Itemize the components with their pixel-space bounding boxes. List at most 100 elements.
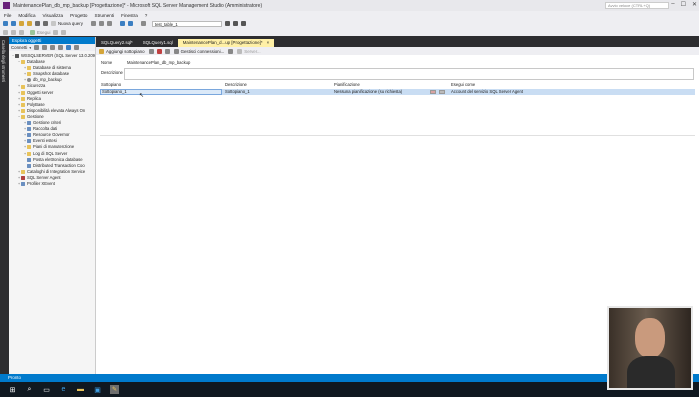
close-icon[interactable]: ✕ (692, 1, 697, 8)
copy-icon[interactable] (98, 21, 104, 26)
maximize-icon[interactable]: ☐ (681, 1, 686, 8)
delete-icon[interactable] (156, 48, 162, 54)
subplan-schedule-cell[interactable]: Nessuna pianificazione (su richiesta) (334, 89, 402, 95)
save-icon[interactable] (35, 21, 40, 26)
designer-toolbar: Aggiungi sottopiano Gestisci connessioni… (96, 47, 699, 55)
folder-icon (21, 102, 25, 107)
database-select[interactable]: test_table_1 (151, 20, 222, 27)
back-icon[interactable] (3, 21, 8, 26)
table-row[interactable]: Sottopiano_1 Sottopiano_1 Nessuna pianif… (100, 89, 695, 95)
debug-start-icon[interactable] (140, 21, 146, 26)
folder-icon (21, 169, 25, 174)
properties-icon[interactable] (148, 48, 154, 54)
menu-project[interactable]: Progetto (70, 13, 87, 18)
tree-node[interactable]: − WSSQLSERVER (SQL Server 13.0.209 (9, 53, 95, 59)
object-explorer-title: Esplora oggetti (9, 37, 95, 44)
menu-edit[interactable]: Modifica (18, 13, 35, 18)
connect-dropdown[interactable]: Connetti (11, 45, 27, 50)
forward-icon[interactable] (11, 21, 16, 26)
filter-icon[interactable] (58, 45, 64, 50)
subplan-run-as-cell[interactable]: Account del servizio SQL Server Agent (451, 89, 523, 95)
subplan-name-cell[interactable]: Sottopiano_1 (100, 89, 222, 95)
properties-icon[interactable] (232, 21, 238, 26)
task-view-icon[interactable]: ▭ (42, 385, 51, 394)
save-all-icon[interactable] (43, 21, 48, 26)
file-explorer-icon[interactable]: ▬ (76, 385, 85, 394)
menu-file[interactable]: File (4, 13, 11, 18)
paste-icon[interactable] (106, 21, 112, 26)
column-subplan[interactable]: Sottopiano (101, 82, 121, 87)
search-icon[interactable]: ⌕ (25, 385, 34, 394)
add-subplan-button[interactable]: Aggiungi sottopiano (106, 49, 145, 54)
undo-icon[interactable] (119, 21, 125, 26)
status-bar: Pronto (0, 374, 699, 382)
close-tab-icon[interactable]: × (267, 40, 270, 45)
reporting-icon[interactable] (228, 48, 234, 54)
add-subplan-icon[interactable] (99, 48, 104, 54)
subplan-description-cell[interactable]: Sottopiano_1 (225, 89, 250, 95)
toolbox-label[interactable]: Casella degli strumenti (1, 40, 6, 82)
webcam-overlay (607, 306, 693, 390)
menu-view[interactable]: Visualizza (43, 13, 64, 18)
mgmt-icon (27, 163, 31, 168)
cut-icon[interactable] (90, 21, 96, 26)
tab-maintenance-plan[interactable]: MaintenancePlan_d...up [Progettazione]* × (177, 39, 275, 47)
column-description[interactable]: Descrizione (225, 82, 247, 87)
refresh-icon[interactable] (66, 45, 72, 50)
tab-sqlquery1[interactable]: SQLQuery1.sql (138, 39, 178, 47)
plan-name-field[interactable]: MaintenancePlan_db_mp_backup (124, 59, 204, 65)
minimize-icon[interactable]: – (671, 1, 674, 8)
tab-label: MaintenancePlan_d...up [Progettazione]* (182, 40, 263, 45)
find-icon[interactable] (224, 21, 230, 26)
open-file-icon[interactable] (27, 21, 32, 26)
database-icon[interactable] (19, 29, 24, 35)
folder-icon (21, 114, 25, 119)
plan-description-field[interactable] (124, 68, 694, 80)
sql-editor-toolbar: Esegui (0, 28, 699, 36)
ssms-taskbar-icon[interactable]: ✎ (110, 385, 119, 394)
activity-monitor-icon[interactable] (74, 45, 80, 50)
calendar-icon[interactable] (164, 48, 170, 54)
disconnect-icon[interactable] (42, 45, 48, 50)
redo-icon[interactable] (127, 21, 133, 26)
servers-icon[interactable] (237, 48, 243, 54)
connect-object-explorer-icon[interactable] (34, 45, 40, 50)
presenter-face (635, 318, 665, 358)
store-icon[interactable]: ▣ (93, 385, 102, 394)
object-explorer-panel: Esplora oggetti Connetti ▾ − WSSQLSERVER … (9, 37, 96, 374)
execute-icon[interactable] (30, 29, 35, 35)
calendar-icon[interactable] (430, 90, 436, 94)
new-query-icon[interactable] (51, 21, 56, 26)
servers-button[interactable]: Server... (244, 49, 260, 54)
tab-label: SQLQuery1.sql (142, 40, 173, 45)
stop-icon[interactable] (50, 45, 56, 50)
remove-schedule-icon[interactable] (439, 90, 445, 94)
toolbox-side-strip[interactable]: Casella degli strumenti (0, 36, 9, 374)
windows-start-icon[interactable]: ⊞ (8, 385, 17, 394)
menu-help[interactable]: ? (145, 13, 148, 18)
column-run-as[interactable]: Esegui come (451, 82, 475, 87)
mgmt-icon (27, 121, 31, 126)
chevron-down-icon[interactable]: ▾ (29, 46, 31, 50)
menu-tools[interactable]: Strumenti (95, 13, 115, 18)
mouse-cursor-icon: ↖ (139, 93, 145, 99)
parse-icon[interactable] (61, 29, 67, 35)
quick-launch-input[interactable]: Avvio veloce (CTRL+Q) (605, 2, 669, 9)
execute-button[interactable]: Esegui (37, 30, 50, 35)
menu-window[interactable]: Finestra (121, 13, 138, 18)
tab-sqlquery2[interactable]: SQLQuery2.sql* (96, 39, 138, 47)
db-icon (27, 78, 31, 83)
stop-icon[interactable] (53, 29, 59, 35)
mgmt-icon (27, 157, 31, 162)
manage-connections-icon[interactable] (173, 48, 179, 54)
manage-connections-button[interactable]: Gestisci connessioni... (181, 49, 225, 54)
new-query-button[interactable]: Nuova query (58, 21, 83, 26)
divider (100, 135, 695, 136)
toolbox-icon[interactable] (240, 21, 246, 26)
tree-node[interactable]: + Profiler XEvent (9, 181, 95, 187)
connect-icon[interactable] (3, 29, 8, 35)
new-project-icon[interactable] (19, 21, 24, 26)
column-schedule[interactable]: Pianificazione (334, 82, 360, 87)
change-connection-icon[interactable] (11, 29, 16, 35)
edge-browser-icon[interactable]: e (59, 385, 68, 394)
